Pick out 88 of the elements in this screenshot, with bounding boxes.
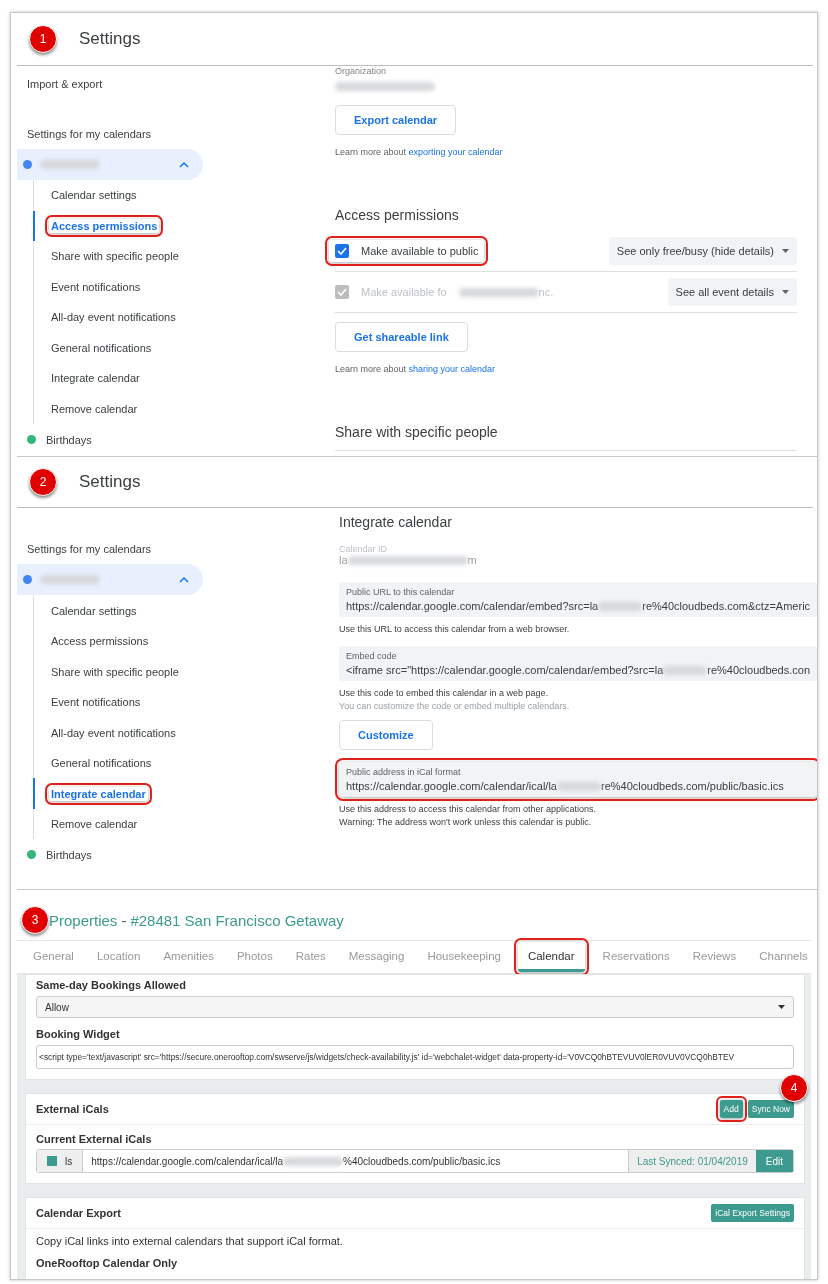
- field-label: Current External iCals: [36, 1133, 153, 1145]
- caret-icon: [782, 249, 789, 253]
- sidebar-heading: Settings for my calendars: [27, 127, 152, 140]
- description-text: Copy iCal links into external calendars that support iCal format.: [36, 1235, 344, 1247]
- calendar-id: la: [339, 554, 348, 567]
- sidebar-item[interactable]: All-day event notifications: [49, 725, 178, 740]
- select-field[interactable]: Allow: [36, 996, 794, 1018]
- help-text: You can customize the code or embed multiple calendars.: [339, 701, 571, 712]
- calendar-id: m: [467, 554, 477, 567]
- help-link[interactable]: sharing your calendar: [408, 364, 496, 374]
- section-heading: Share with specific people: [335, 424, 797, 451]
- step-badge: 3: [21, 906, 49, 934]
- sidebar-item[interactable]: Share with specific people: [49, 664, 181, 679]
- ical-name: ls: [65, 1155, 73, 1167]
- field-label: Public URL to this calendar: [346, 587, 456, 598]
- field-value: <iframe src="https://calendar.google.com/calendar/embed?src=la: [346, 664, 664, 677]
- field-value: https://calendar.google.com/calendar/ical/la: [346, 780, 557, 793]
- section-heading: Integrate calendar: [339, 514, 453, 531]
- customize-button[interactable]: Customize: [339, 720, 433, 751]
- redaction-blur: [40, 575, 100, 585]
- sidebar-item[interactable]: All-day event notifications: [49, 310, 178, 325]
- redaction-blur: [283, 1156, 344, 1166]
- chevron-icon[interactable]: [179, 161, 189, 168]
- sidebar-item[interactable]: Remove calendar: [49, 817, 140, 832]
- page-title: Settings: [79, 29, 141, 49]
- chevron-icon[interactable]: [179, 577, 189, 583]
- redaction-blur: [556, 782, 601, 791]
- sidebar-item[interactable]: Calendar settings: [49, 603, 139, 618]
- step-badge: 2: [29, 468, 57, 497]
- help-text: Learn more about exporting your calendar: [335, 147, 504, 157]
- checkbox-label: Make available fo: [361, 286, 447, 298]
- subheading: OneRooftop Calendar Only: [36, 1257, 179, 1269]
- dropdown[interactable]: See only free/busy (hide details): [608, 237, 797, 265]
- field-value: re%40cloudbeds.con: [707, 664, 811, 677]
- sidebar-item[interactable]: Remove calendar: [49, 401, 140, 416]
- field-value: https://calendar.google.com/calendar/embed?src=la: [346, 600, 599, 613]
- help-text: Learn more about sharing your calendar: [335, 364, 497, 374]
- input-field[interactable]: <script type='text/javascript' src='https://secure.onerooftop.com/swserve/js/widgets/check-availability.js' id='webchalet-widget' data-property-id='V0VCQ0hBTEVUV0lER0VUV0VCQ0hBTEV: [36, 1045, 794, 1069]
- field-value: re%40cloudbeds.com&ctz=Americ: [642, 600, 811, 613]
- sidebar-item[interactable]: Birthdays: [46, 849, 92, 861]
- color-swatch[interactable]: [47, 1156, 57, 1166]
- field-label: Same-day Bookings Allowed: [36, 979, 187, 991]
- export-button[interactable]: Export calendar: [335, 105, 457, 135]
- caret-icon: [778, 1005, 785, 1009]
- sidebar-item[interactable]: Share with specific people: [49, 249, 181, 264]
- page-title: Settings: [79, 472, 141, 493]
- help-text: Warning: The address won't work unless this calendar is public.: [339, 817, 593, 828]
- sidebar-item[interactable]: Event notifications: [49, 695, 143, 710]
- field-label: Calendar ID: [339, 544, 389, 555]
- card-title: Calendar Export: [36, 1207, 121, 1219]
- field-label: Organization: [335, 66, 388, 76]
- caret-icon: [782, 290, 789, 294]
- help-text: Use this code to embed this calendar in a web page.: [339, 688, 550, 699]
- help-text: Use this address to access this calendar from other applications.: [339, 804, 598, 815]
- title-separator: -: [121, 911, 127, 929]
- breadcrumb-link[interactable]: Properties: [49, 911, 118, 929]
- redaction-blur: [40, 160, 100, 169]
- checkbox-label: Make available to public: [361, 245, 479, 257]
- checkbox-label: nc.: [538, 286, 554, 298]
- help-text: Use this URL to access this calendar from a web browser.: [339, 624, 571, 635]
- sidebar-heading: Settings for my calendars: [27, 543, 152, 555]
- checkbox[interactable]: [335, 244, 349, 258]
- card-title: External iCals: [36, 1103, 109, 1115]
- section-heading: Access permissions: [335, 207, 460, 223]
- sidebar-item[interactable]: Event notifications: [49, 279, 143, 294]
- sidebar-item[interactable]: Calendar settings: [49, 188, 139, 203]
- field-label: Embed code: [346, 651, 398, 662]
- help-link[interactable]: exporting your calendar: [408, 147, 503, 157]
- ical-url: %40cloudbeds.com/public/basic.ics: [343, 1155, 501, 1167]
- redaction-blur: [598, 602, 643, 611]
- sidebar-item[interactable]: General notifications: [49, 756, 154, 771]
- sidebar-item[interactable]: Access permissions: [49, 634, 151, 649]
- field-label: Booking Widget: [36, 1028, 121, 1040]
- read-only-field[interactable]: Embed code <iframe src="https://calendar.google.com/calendar/embed?src=la re%40cloudbeds.con: [339, 646, 817, 682]
- step-badge: 4: [780, 1074, 808, 1102]
- sync-status: Last Synced: 01/04/2019: [628, 1150, 756, 1172]
- field-label: Public address in iCal format: [346, 767, 462, 778]
- sidebar-item[interactable]: Integrate calendar: [49, 371, 142, 386]
- field-value: re%40cloudbeds.com/public/basic.ics: [600, 780, 784, 793]
- sidebar-item[interactable]: Birthdays: [46, 433, 92, 446]
- sidebar-item[interactable]: Import & export: [27, 77, 103, 90]
- read-only-field[interactable]: Public URL to this calendar https://calendar.google.com/calendar/embed?src=la re%40cloudbeds.com&ctz=Americ: [339, 582, 817, 618]
- ical-url: https://calendar.google.com/calendar/ical/la: [91, 1155, 284, 1167]
- redaction-blur: [663, 666, 708, 675]
- shareable-link-button[interactable]: Get shareable link: [335, 322, 468, 352]
- sidebar-item[interactable]: General notifications: [49, 340, 154, 355]
- property-title: #28481 San Francisco Getaway: [130, 911, 344, 929]
- step-badge: 1: [29, 25, 57, 53]
